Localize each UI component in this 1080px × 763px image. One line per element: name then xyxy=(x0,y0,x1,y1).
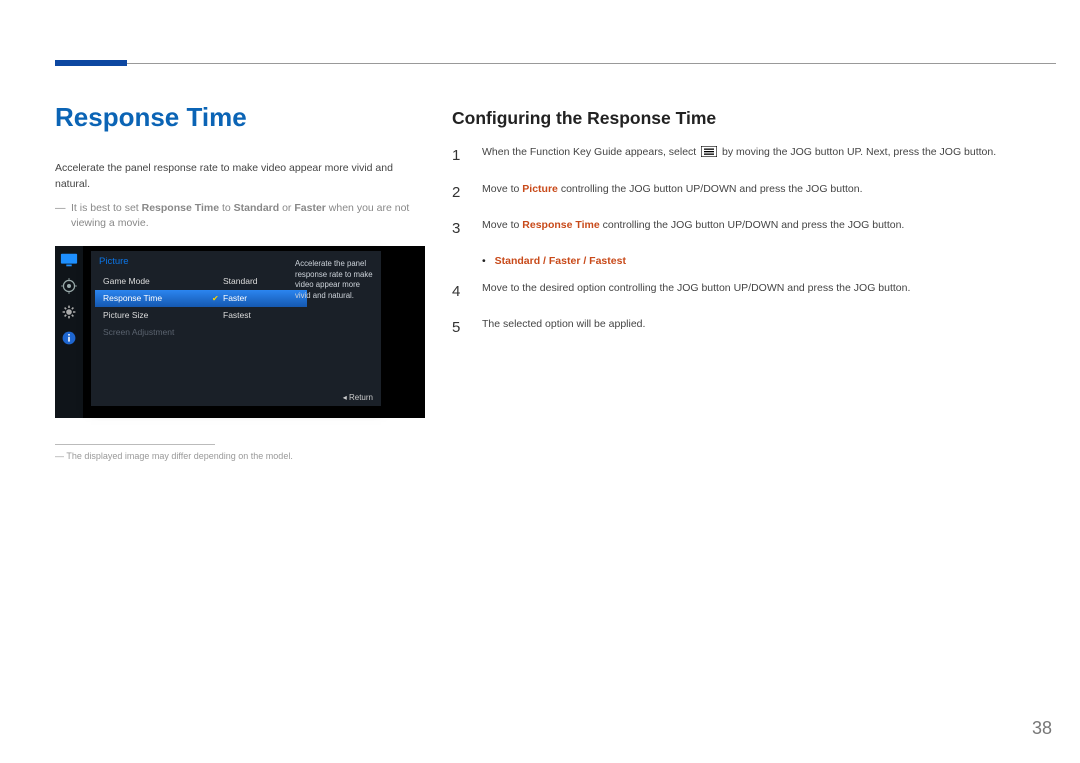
osd-menu-item: Game Mode xyxy=(95,273,209,290)
bullet: • xyxy=(482,255,486,267)
header-rule xyxy=(55,63,1056,64)
note-bold-response-time: Response Time xyxy=(142,202,219,214)
osd-help-text: Accelerate the panel response rate to ma… xyxy=(295,259,375,301)
left-column: Response Time Accelerate the panel respo… xyxy=(55,102,425,461)
footnote-rule xyxy=(55,444,215,445)
osd-menu-item-selected: Response Time xyxy=(95,290,209,307)
highlight-response-time: Response Time xyxy=(522,219,599,231)
osd-option-selected: Faster xyxy=(209,290,307,307)
step-number: 5 xyxy=(452,317,466,340)
note-bold-faster: Faster xyxy=(294,202,326,214)
osd-menu-item-disabled: Screen Adjustment xyxy=(95,324,209,341)
step-text: Move to Response Time controlling the JO… xyxy=(482,218,904,234)
osd-submenu-list: Standard Faster Fastest xyxy=(209,273,307,324)
step-row: 5 The selected option will be applied. xyxy=(452,317,1046,340)
osd-return-label: Return xyxy=(343,393,373,402)
note-fragment: to xyxy=(222,202,234,214)
note-text: It is best to set Response Time to Stand… xyxy=(55,201,425,233)
gear-icon xyxy=(60,304,78,320)
step-number: 2 xyxy=(452,182,466,205)
step-fragment: by moving the JOG button UP. Next, press… xyxy=(722,146,996,158)
osd-sidebar xyxy=(55,246,83,418)
info-icon xyxy=(60,330,78,346)
step-text: When the Function Key Guide appears, sel… xyxy=(482,145,996,161)
step-fragment: Move to xyxy=(482,183,522,195)
option-standard: Standard xyxy=(495,255,541,267)
note-fragment: It is best to set xyxy=(71,202,142,214)
options-line: • Standard / Faster / Fastest xyxy=(482,255,1046,267)
monitor-icon xyxy=(60,252,78,268)
target-icon xyxy=(60,278,78,294)
step-fragment: controlling the JOG button UP/DOWN and p… xyxy=(561,183,863,195)
step-number: 3 xyxy=(452,218,466,241)
step-row: 3 Move to Response Time controlling the … xyxy=(452,218,1046,241)
step-number: 1 xyxy=(452,145,466,168)
step-row: 4 Move to the desired option controlling… xyxy=(452,281,1046,304)
step-text: The selected option will be applied. xyxy=(482,317,645,333)
step-number: 4 xyxy=(452,281,466,304)
step-fragment: controlling the JOG button UP/DOWN and p… xyxy=(603,219,905,231)
step-text: Move to Picture controlling the JOG butt… xyxy=(482,182,863,198)
step-text: Move to the desired option controlling t… xyxy=(482,281,910,297)
step-fragment: When the Function Key Guide appears, sel… xyxy=(482,146,699,158)
subsection-title: Configuring the Response Time xyxy=(452,108,1046,129)
osd-screenshot: ▴ Picture Game Mode Response Time Pictur… xyxy=(55,246,425,418)
step-fragment: Move to xyxy=(482,219,522,231)
intro-text: Accelerate the panel response rate to ma… xyxy=(55,161,425,193)
page-number: 38 xyxy=(1032,718,1052,739)
note-bold-standard: Standard xyxy=(234,202,280,214)
section-title: Response Time xyxy=(55,102,425,133)
osd-menu-item: Picture Size xyxy=(95,307,209,324)
header-accent-bar xyxy=(55,60,127,66)
option-faster: Faster xyxy=(549,255,581,267)
osd-panel: Picture Game Mode Response Time Picture … xyxy=(91,251,381,406)
note-fragment: or xyxy=(282,202,294,214)
option-fastest: Fastest xyxy=(589,255,626,267)
osd-option: Standard xyxy=(209,273,307,290)
osd-option: Fastest xyxy=(209,307,307,324)
osd-menu-list: Game Mode Response Time Picture Size Scr… xyxy=(95,273,209,341)
step-row: 1 When the Function Key Guide appears, s… xyxy=(452,145,1046,168)
step-row: 2 Move to Picture controlling the JOG bu… xyxy=(452,182,1046,205)
footnote-text: The displayed image may differ depending… xyxy=(55,451,425,461)
menu-icon xyxy=(701,146,717,157)
highlight-picture: Picture xyxy=(522,183,558,195)
right-column: Configuring the Response Time 1 When the… xyxy=(452,108,1046,354)
